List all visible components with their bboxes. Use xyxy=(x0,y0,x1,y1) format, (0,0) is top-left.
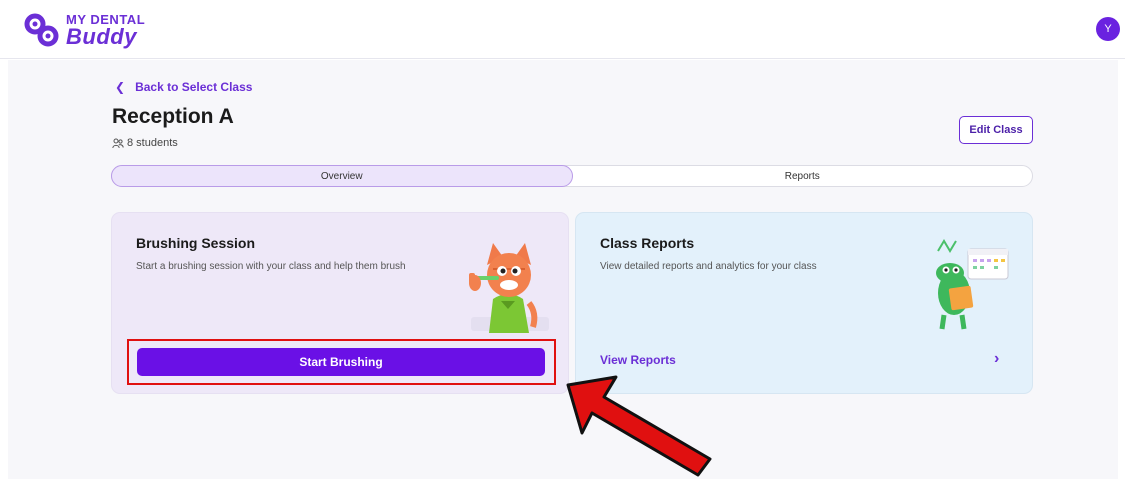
brushing-session-card: Brushing Session Start a brushing sessio… xyxy=(111,212,569,394)
start-brushing-button[interactable]: Start Brushing xyxy=(137,348,545,376)
cat-brushing-illustration xyxy=(469,243,549,333)
chevron-left-icon: ❮ xyxy=(115,80,126,94)
top-bar: MY DENTAL Buddy Y xyxy=(0,0,1125,59)
users-icon xyxy=(112,138,124,149)
brushing-card-title: Brushing Session xyxy=(136,235,256,251)
back-link-label: Back to Select Class xyxy=(135,80,253,94)
reports-card-description: View detailed reports and analytics for … xyxy=(600,261,817,272)
tab-bar: Overview Reports xyxy=(111,165,1033,187)
tab-overview[interactable]: Overview xyxy=(111,165,573,187)
back-to-select-class-link[interactable]: ❮ Back to Select Class xyxy=(115,80,252,94)
class-title: Reception A xyxy=(112,105,234,128)
dinosaur-calendar-illustration xyxy=(936,239,1009,330)
brushing-card-description: Start a brushing session with your class… xyxy=(136,261,406,272)
student-count: 8 students xyxy=(112,137,178,149)
logo-line2: Buddy xyxy=(66,23,137,49)
view-reports-link[interactable]: View Reports xyxy=(600,353,676,367)
tab-reports[interactable]: Reports xyxy=(573,166,1033,186)
class-reports-card: Class Reports View detailed reports and … xyxy=(575,212,1033,394)
chevron-right-icon[interactable]: › xyxy=(994,350,999,368)
student-count-label: 8 students xyxy=(127,137,178,149)
app-logo[interactable]: MY DENTAL Buddy xyxy=(22,8,147,52)
logo-wordmark: MY DENTAL Buddy xyxy=(66,13,145,48)
edit-class-button[interactable]: Edit Class xyxy=(959,116,1033,144)
reports-card-title: Class Reports xyxy=(600,235,695,251)
user-avatar[interactable]: Y xyxy=(1096,17,1120,41)
logo-swirl-icon xyxy=(24,13,59,47)
